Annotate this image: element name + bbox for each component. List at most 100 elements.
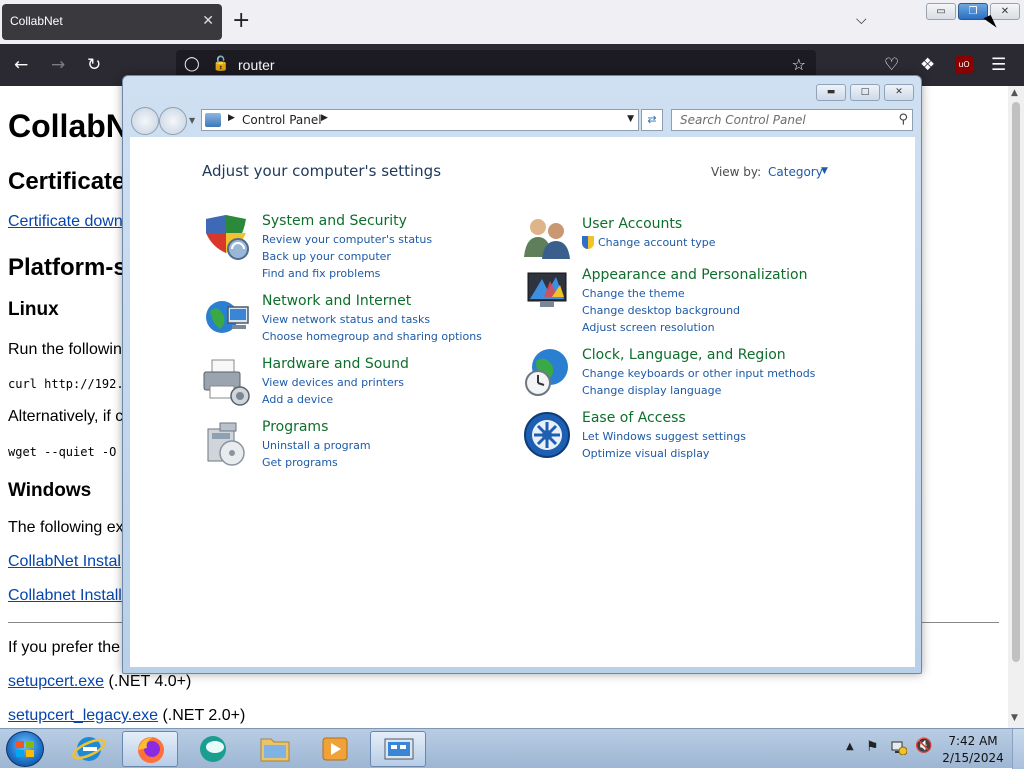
pocket-icon[interactable]: ♡ <box>884 55 899 75</box>
screen-resolution-link[interactable]: Adjust screen resolution <box>582 321 715 334</box>
ease-of-access-icon[interactable] <box>522 410 572 460</box>
change-theme-link[interactable]: Change the theme <box>582 287 685 300</box>
cp-minimize-button[interactable]: ▬ <box>816 84 846 101</box>
printer-icon[interactable] <box>202 356 252 406</box>
network-globe-icon[interactable] <box>202 293 252 343</box>
taskbar-internet-explorer[interactable] <box>61 731 117 767</box>
appearance-monitor-icon[interactable] <box>522 267 572 317</box>
programs-title[interactable]: Programs <box>262 419 328 435</box>
cp-back-button[interactable] <box>131 107 159 135</box>
taskbar-firefox[interactable] <box>122 731 178 767</box>
display-language-link[interactable]: Change display language <box>582 384 721 397</box>
tracking-shield-icon[interactable]: ◯ <box>184 56 200 72</box>
clock-language-title[interactable]: Clock, Language, and Region <box>582 347 786 363</box>
paragraph-run-following: Run the followin <box>8 341 122 358</box>
volume-muted-icon[interactable]: 🔇 <box>915 738 932 754</box>
windows-suggest-settings-link[interactable]: Let Windows suggest settings <box>582 430 746 443</box>
network-tray-icon[interactable] <box>891 739 907 755</box>
forward-arrow-icon[interactable]: → <box>51 55 65 75</box>
ublock-origin-icon[interactable]: uO <box>955 56 973 74</box>
firefox-icon <box>138 737 164 763</box>
back-arrow-icon[interactable]: ← <box>14 55 28 75</box>
cp-search-input[interactable]: Search Control Panel ⚲ <box>671 109 913 131</box>
window-close-button[interactable]: ✕ <box>990 3 1020 20</box>
view-by-dropdown-arrow-icon[interactable]: ▼ <box>821 166 828 176</box>
setupcert-note: (.NET 4.0+) <box>104 673 192 690</box>
programs-box-icon[interactable] <box>202 419 252 469</box>
search-icon[interactable]: ⚲ <box>898 112 908 127</box>
uninstall-program-link[interactable]: Uninstall a program <box>262 439 371 452</box>
homegroup-sharing-link[interactable]: Choose homegroup and sharing options <box>262 330 482 343</box>
change-account-type-link[interactable]: Change account type <box>598 236 716 249</box>
network-internet-title[interactable]: Network and Internet <box>262 293 411 309</box>
cp-refresh-button[interactable]: ⇄ <box>641 109 663 131</box>
extensions-puzzle-icon[interactable]: ❖ <box>920 55 935 75</box>
change-keyboards-link[interactable]: Change keyboards or other input methods <box>582 367 815 380</box>
back-up-link[interactable]: Back up your computer <box>262 250 391 263</box>
review-status-link[interactable]: Review your computer's status <box>262 233 432 246</box>
get-programs-link[interactable]: Get programs <box>262 456 338 469</box>
cp-address-bar[interactable]: ▶ Control Panel ▶ ▼ <box>201 109 639 131</box>
taskbar-chat-app[interactable] <box>185 731 241 767</box>
collabnet-installer-legacy-link[interactable]: Collabnet Install <box>8 587 122 605</box>
scroll-up-arrow-icon[interactable]: ▲ <box>1011 88 1018 98</box>
window-minimize-button[interactable]: ▭ <box>926 3 956 20</box>
add-device-link[interactable]: Add a device <box>262 393 333 406</box>
action-center-flag-icon[interactable]: ⚑ <box>866 739 879 755</box>
show-hidden-icons-arrow-icon[interactable]: ▲ <box>846 741 854 752</box>
clock-date[interactable]: 2/15/2024 <box>940 751 1006 765</box>
find-fix-problems-link[interactable]: Find and fix problems <box>262 267 380 280</box>
certificate-download-link[interactable]: Certificate down <box>8 213 123 231</box>
setupcert-legacy-link[interactable]: setupcert_legacy.exe <box>8 707 158 724</box>
new-tab-button[interactable]: + <box>232 8 250 33</box>
category-user-accounts: User Accounts Change account type <box>522 213 842 259</box>
recent-pages-dropdown-icon[interactable]: ▼ <box>189 116 195 125</box>
cp-maximize-button[interactable]: □ <box>850 84 880 101</box>
ease-of-access-title[interactable]: Ease of Access <box>582 410 686 426</box>
hardware-sound-title[interactable]: Hardware and Sound <box>262 356 409 372</box>
insecure-lock-icon[interactable]: 🔓 <box>212 56 229 72</box>
chat-bubble-icon <box>200 736 226 762</box>
control-panel-window[interactable]: ▬ □ ✕ ▼ ▶ Control Panel ▶ ▼ ⇄ Search Con… <box>122 75 922 674</box>
clock-globe-icon[interactable] <box>522 347 572 397</box>
desktop-background-link[interactable]: Change desktop background <box>582 304 740 317</box>
setupcert-legacy-note: (.NET 2.0+) <box>158 707 246 724</box>
tab-close-icon[interactable]: ✕ <box>202 13 214 29</box>
security-shield-icon[interactable] <box>202 213 252 263</box>
devices-printers-link[interactable]: View devices and printers <box>262 376 404 389</box>
scroll-down-arrow-icon[interactable]: ▼ <box>1011 713 1018 723</box>
scrollbar-thumb[interactable] <box>1012 102 1020 662</box>
address-dropdown-icon[interactable]: ▼ <box>627 114 634 124</box>
clock-time[interactable]: 7:42 AM <box>940 734 1006 748</box>
browser-tab[interactable]: CollabNet ✕ <box>2 4 222 40</box>
collabnet-installer-link[interactable]: CollabNet Instal <box>8 553 121 571</box>
bookmark-star-icon[interactable]: ☆ <box>792 55 806 74</box>
view-by-dropdown[interactable]: Category <box>768 165 823 179</box>
breadcrumb-arrow-icon[interactable]: ▶ <box>321 113 328 123</box>
breadcrumb-control-panel[interactable]: Control Panel <box>242 113 322 127</box>
setupcert-link[interactable]: setupcert.exe <box>8 673 104 690</box>
view-network-status-link[interactable]: View network status and tasks <box>262 313 430 326</box>
reload-icon[interactable]: ↻ <box>87 55 101 75</box>
appearance-title[interactable]: Appearance and Personalization <box>582 267 807 283</box>
uac-shield-icon <box>582 236 594 249</box>
page-scrollbar[interactable]: ▲ ▼ <box>1008 86 1024 728</box>
url-text[interactable]: router <box>238 57 275 73</box>
taskbar-control-panel[interactable] <box>370 731 426 767</box>
show-desktop-button[interactable] <box>1012 729 1024 769</box>
user-accounts-icon[interactable] <box>522 213 572 263</box>
breadcrumb-arrow-icon[interactable]: ▶ <box>228 113 235 123</box>
code-curl: curl http://192.: <box>8 377 131 391</box>
taskbar-file-explorer[interactable] <box>247 731 303 767</box>
user-accounts-title[interactable]: User Accounts <box>582 216 682 232</box>
cp-forward-button[interactable] <box>159 107 187 135</box>
tab-list-chevron-icon[interactable]: ⌵ <box>856 12 867 28</box>
system-security-title[interactable]: System and Security <box>262 213 407 229</box>
optimize-visual-display-link[interactable]: Optimize visual display <box>582 447 709 460</box>
hamburger-menu-icon[interactable]: ☰ <box>991 55 1006 75</box>
start-button[interactable] <box>6 731 44 767</box>
category-clock-language-region: Clock, Language, and Region Change keybo… <box>522 347 862 403</box>
cp-close-button[interactable]: ✕ <box>884 84 914 101</box>
taskbar-media-player[interactable] <box>307 731 363 767</box>
search-placeholder[interactable]: Search Control Panel <box>680 113 806 127</box>
